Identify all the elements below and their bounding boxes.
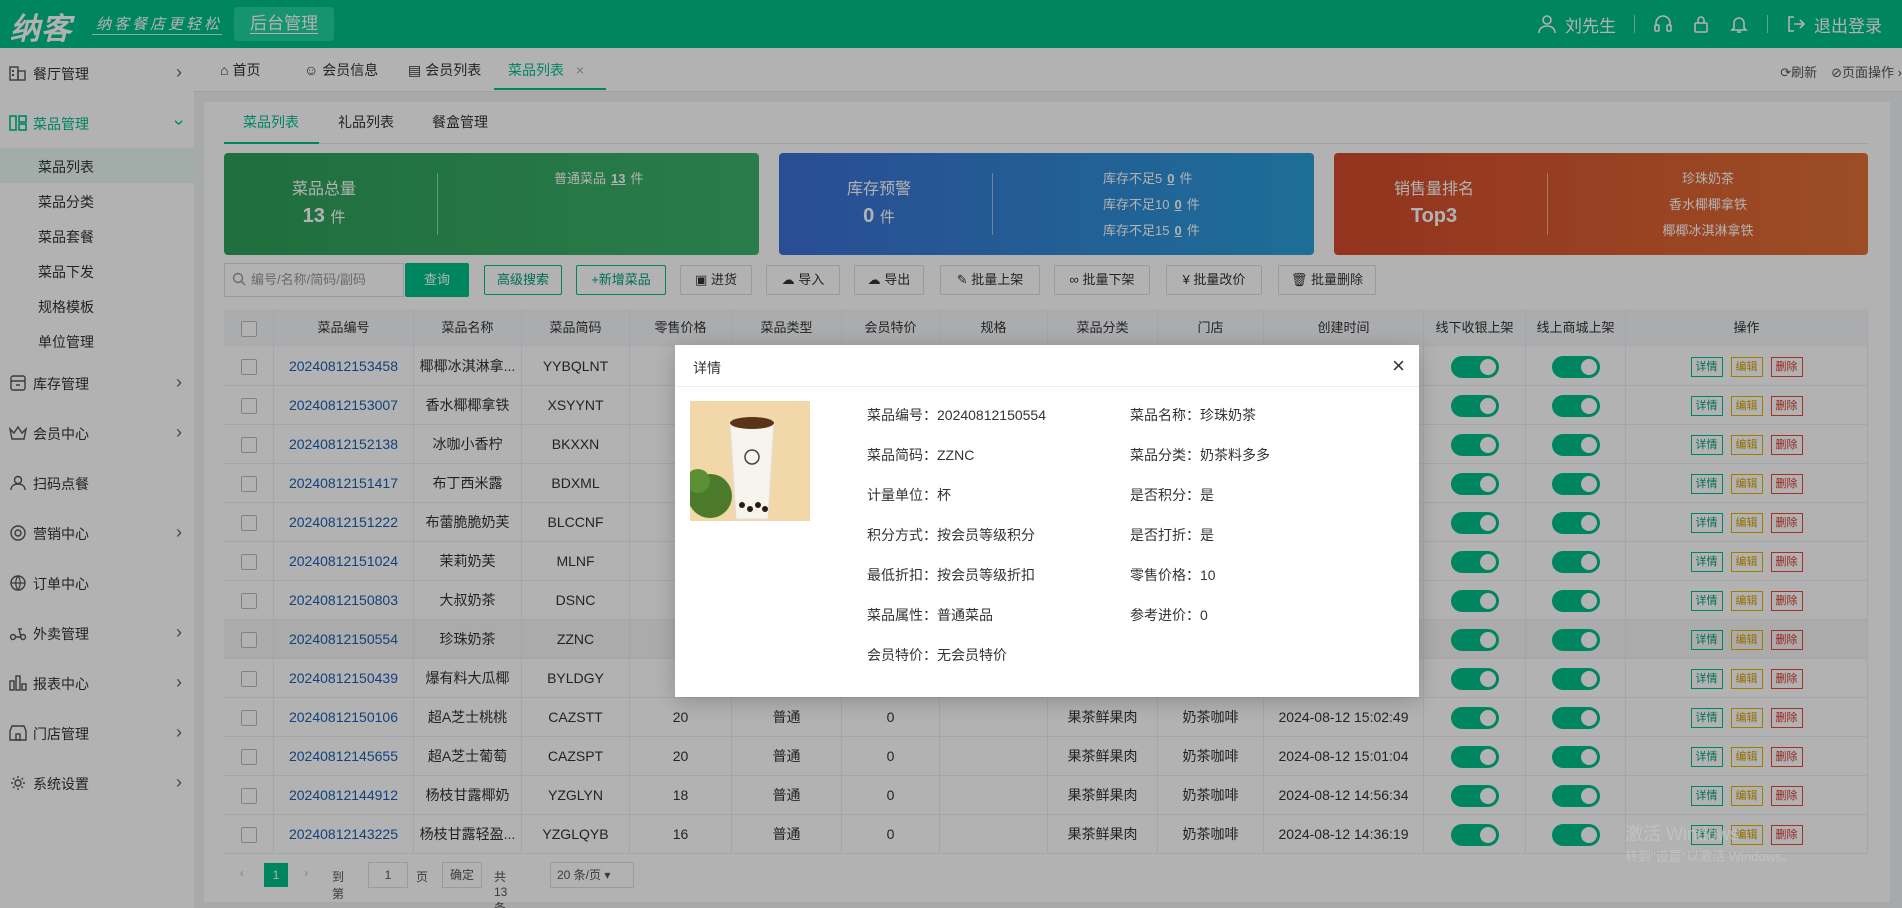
- detail-field: 菜品编号：20240812150554: [867, 407, 1047, 423]
- detail-field: 最低折扣：按会员等级折扣: [867, 567, 1035, 583]
- windows-watermark-sub: 转到"设置"以激活 Windows。: [1625, 849, 1795, 864]
- dialog-title: 详情: [693, 360, 721, 376]
- detail-dialog: 详情 × 菜品编号：20240812150554 菜品名称：珍珠奶茶菜品简码：ZZ…: [675, 345, 1419, 697]
- dish-image: [690, 401, 810, 521]
- detail-field: 菜品分类：奶茶料多多: [1130, 447, 1270, 463]
- close-icon[interactable]: ×: [1392, 353, 1405, 379]
- detail-field: 会员特价：无会员特价: [867, 647, 1007, 663]
- detail-field: 菜品简码：ZZNC: [867, 447, 975, 463]
- windows-watermark: 激活 Windows: [1625, 824, 1740, 844]
- milk-tea-illustration: [690, 401, 810, 521]
- detail-field: 参考进价：0: [1130, 607, 1208, 623]
- detail-field: 是否积分：是: [1130, 487, 1214, 503]
- dialog-header: 详情 ×: [675, 345, 1419, 387]
- detail-field: 菜品名称：珍珠奶茶: [1130, 407, 1256, 423]
- detail-field: 计量单位：杯: [867, 487, 951, 503]
- detail-field: 菜品属性：普通菜品: [867, 607, 993, 623]
- detail-field: 零售价格：10: [1130, 567, 1216, 583]
- detail-field: 积分方式：按会员等级积分: [867, 527, 1035, 543]
- detail-field: 是否打折：是: [1130, 527, 1214, 543]
